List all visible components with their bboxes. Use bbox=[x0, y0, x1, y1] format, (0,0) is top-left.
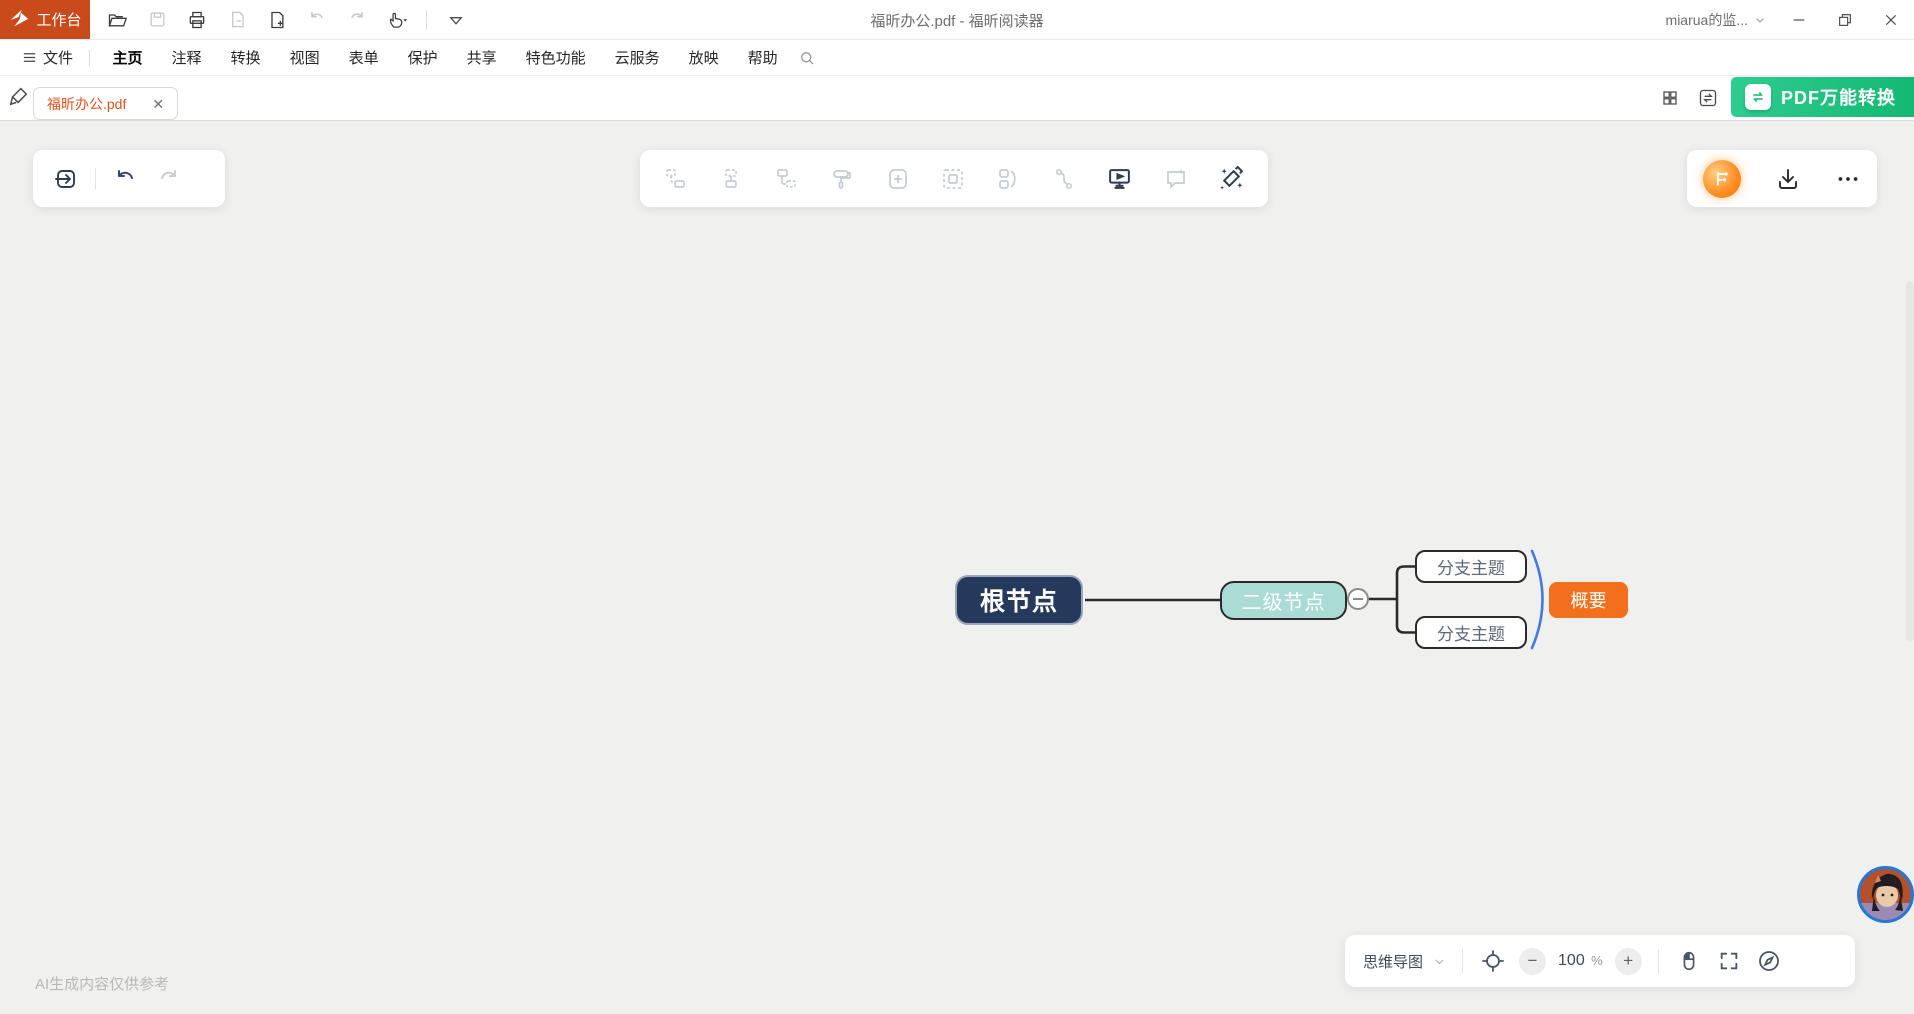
restore-button[interactable] bbox=[1822, 0, 1868, 40]
convert-arrows-icon bbox=[1745, 84, 1771, 110]
grid-view-icon[interactable] bbox=[1655, 83, 1685, 113]
print-icon[interactable] bbox=[182, 5, 212, 35]
menu-item-help[interactable]: 帮助 bbox=[748, 41, 778, 74]
diagram-type-dropdown[interactable]: 思维导图 bbox=[1363, 951, 1446, 972]
fullscreen-icon[interactable] bbox=[1715, 947, 1743, 975]
diagram-type-label: 思维导图 bbox=[1363, 951, 1423, 972]
menu-item-comment[interactable]: 注释 bbox=[172, 41, 202, 74]
menu-item-form[interactable]: 表单 bbox=[349, 41, 379, 74]
minimize-button[interactable] bbox=[1776, 0, 1822, 40]
save-icon[interactable] bbox=[142, 5, 172, 35]
quick-toolbar bbox=[90, 0, 471, 39]
new-document-icon[interactable] bbox=[262, 5, 292, 35]
download-icon[interactable] bbox=[1776, 167, 1800, 191]
menu-item-cloud[interactable]: 云服务 bbox=[615, 41, 660, 74]
document-tab-label: 福昕办公.pdf bbox=[47, 94, 126, 114]
account-menu[interactable]: miarua的监... bbox=[1656, 10, 1776, 30]
workspace-button[interactable]: 工作台 bbox=[0, 0, 90, 39]
chevron-down-icon bbox=[1754, 14, 1766, 26]
center-toolbar bbox=[640, 150, 1268, 207]
format-painter-icon[interactable] bbox=[830, 167, 854, 191]
menu-item-view[interactable]: 视图 bbox=[290, 41, 320, 74]
edit-pencil-icon[interactable] bbox=[8, 85, 30, 112]
pdf-convert-button[interactable]: PDF万能转换 bbox=[1731, 77, 1914, 117]
bottom-control-bar: 思维导图 − 100 % + bbox=[1345, 935, 1855, 987]
select-area-icon[interactable] bbox=[941, 167, 965, 191]
relation-line-icon[interactable] bbox=[1052, 167, 1076, 191]
bottombar-divider-2 bbox=[1658, 949, 1659, 973]
insert-child-node-icon[interactable] bbox=[775, 167, 799, 191]
insert-sibling-node-icon[interactable] bbox=[664, 167, 688, 191]
locate-center-icon[interactable] bbox=[1479, 947, 1507, 975]
app-window: 工作台 福昕办公.pdf - 福昕阅读器 miarua的监... bbox=[0, 0, 1914, 1014]
foxit-logo-icon bbox=[8, 7, 30, 33]
zoom-percent-sign: % bbox=[1591, 953, 1603, 968]
second-level-node[interactable]: 二级节点 bbox=[1220, 581, 1347, 620]
undo-icon[interactable] bbox=[302, 5, 332, 35]
menu-item-home[interactable]: 主页 bbox=[113, 41, 143, 74]
collapse-toolbar-icon[interactable] bbox=[441, 5, 471, 35]
toolbar-divider bbox=[426, 11, 427, 29]
menu-bar: 文件 主页 注释 转换 视图 表单 保护 共享 特色功能 云服务 放映 帮助 bbox=[0, 40, 1914, 76]
workspace-label: 工作台 bbox=[36, 9, 81, 30]
zoom-level-value: 100 bbox=[1558, 952, 1585, 969]
menu-item-share[interactable]: 共享 bbox=[467, 41, 497, 74]
document-tab[interactable]: 福昕办公.pdf ✕ bbox=[33, 87, 178, 120]
menu-item-features[interactable]: 特色功能 bbox=[526, 41, 586, 74]
hand-tool-icon[interactable] bbox=[382, 5, 412, 35]
user-avatar[interactable] bbox=[1857, 866, 1914, 923]
close-button[interactable] bbox=[1868, 0, 1914, 40]
zoom-in-button[interactable]: + bbox=[1615, 948, 1642, 975]
insert-node-icon[interactable] bbox=[886, 167, 910, 191]
menu-item-present[interactable]: 放映 bbox=[689, 41, 719, 74]
tab-close-icon[interactable]: ✕ bbox=[152, 97, 164, 111]
titlebar-right: miarua的监... bbox=[1656, 0, 1914, 39]
presentation-icon[interactable] bbox=[1107, 166, 1132, 191]
more-options-icon[interactable] bbox=[1835, 166, 1861, 192]
ai-mindmap-button[interactable] bbox=[1703, 160, 1741, 198]
menu-item-convert[interactable]: 转换 bbox=[231, 41, 261, 74]
account-name: miarua的监... bbox=[1666, 10, 1748, 30]
bottombar-divider bbox=[1462, 949, 1463, 973]
share-page-icon[interactable] bbox=[222, 5, 252, 35]
ai-disclaimer: AI生成内容仅供参考 bbox=[35, 973, 169, 994]
menu-item-label: 文件 bbox=[43, 47, 73, 68]
tab-bar: 福昕办公.pdf ✕ PDF万能转换 bbox=[0, 76, 1914, 121]
branch-topic-node-1[interactable]: 分支主题 bbox=[1415, 550, 1527, 583]
mindmap-redo-icon[interactable] bbox=[154, 164, 184, 194]
vertical-scrollbar[interactable] bbox=[1906, 281, 1914, 641]
tabbar-right: PDF万能转换 bbox=[1655, 75, 1914, 120]
menu-item-protect[interactable]: 保护 bbox=[408, 41, 438, 74]
hamburger-icon bbox=[22, 50, 37, 65]
menu-divider bbox=[89, 50, 90, 66]
collapse-node-icon[interactable] bbox=[996, 167, 1020, 191]
left-toolbar-divider bbox=[95, 168, 96, 190]
exit-mindmap-icon[interactable] bbox=[51, 164, 81, 194]
redo-icon[interactable] bbox=[342, 5, 372, 35]
zoom-out-button[interactable]: − bbox=[1519, 948, 1546, 975]
mindmap-undo-icon[interactable] bbox=[110, 164, 140, 194]
switch-view-icon[interactable] bbox=[1693, 83, 1723, 113]
summary-node[interactable]: 概要 bbox=[1549, 582, 1628, 618]
left-toolbar bbox=[33, 150, 225, 207]
right-toolbar bbox=[1687, 150, 1877, 207]
ai-comment-icon[interactable] bbox=[1164, 167, 1188, 191]
root-node[interactable]: 根节点 bbox=[955, 575, 1083, 625]
collapse-branch-button[interactable] bbox=[1347, 588, 1369, 610]
ai-edit-icon[interactable] bbox=[1219, 166, 1244, 191]
title-bar: 工作台 福昕办公.pdf - 福昕阅读器 miarua的监... bbox=[0, 0, 1914, 40]
convert-button-label: PDF万能转换 bbox=[1781, 84, 1896, 110]
mindmap-connectors bbox=[0, 121, 1914, 1014]
open-file-icon[interactable] bbox=[102, 5, 132, 35]
mouse-mode-icon[interactable] bbox=[1675, 947, 1703, 975]
branch-topic-node-2[interactable]: 分支主题 bbox=[1415, 616, 1527, 649]
menu-item-file[interactable]: 文件 bbox=[14, 47, 81, 68]
navigation-compass-icon[interactable] bbox=[1755, 947, 1783, 975]
mindmap-canvas[interactable]: 根节点 二级节点 分支主题 分支主题 概要 思维导图 − 100 % + AI生… bbox=[0, 121, 1914, 1014]
insert-parent-node-icon[interactable] bbox=[719, 167, 743, 191]
chevron-down-icon bbox=[1433, 955, 1446, 968]
search-icon[interactable] bbox=[798, 49, 816, 67]
